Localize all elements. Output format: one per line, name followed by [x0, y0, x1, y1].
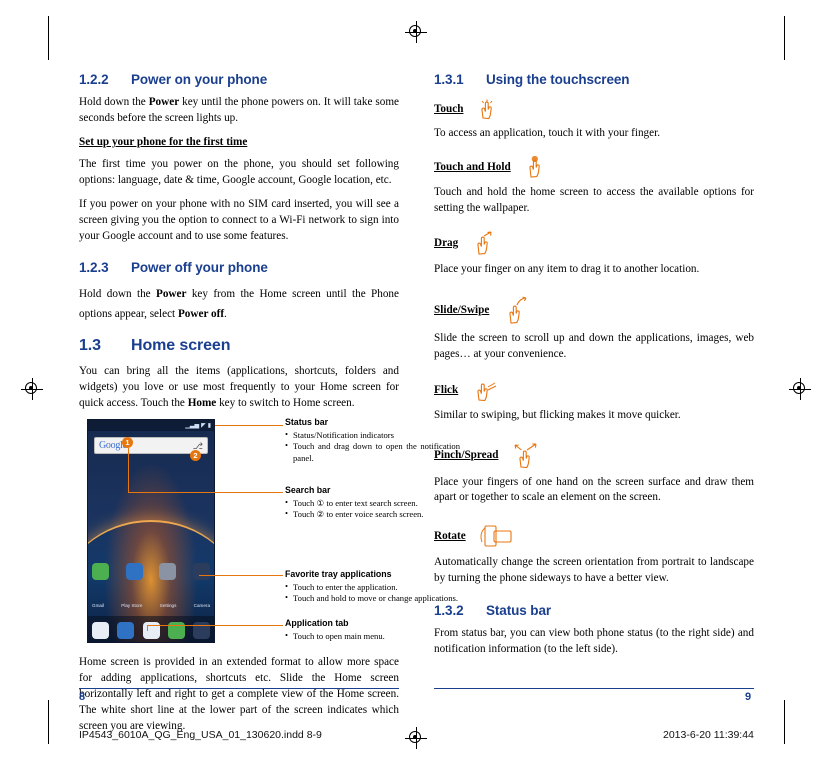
gesture-label: Drag [434, 236, 459, 249]
power-on-pre: Hold down the [79, 96, 149, 109]
paragraph-no-sim: If you power on your phone with no SIM c… [79, 197, 399, 242]
right-column: 1.3.1 Using the touchscreen Touch To acce… [434, 70, 754, 666]
tray-icon-contacts[interactable] [117, 622, 135, 640]
home-post: key to switch to Home screen. [216, 396, 355, 409]
gesture-label: Rotate [434, 530, 466, 543]
paragraph-touch-and-hold: Touch and hold the home screen to access… [434, 186, 754, 214]
crop-mark-left [48, 16, 49, 60]
leader-favorite-tray [199, 575, 283, 577]
pinch-spread-gesture-icon [509, 442, 543, 470]
crop-mark-right-bottom [784, 700, 785, 744]
heading-text: Status bar [486, 603, 552, 619]
heading-home-screen: 1.3 Home screen [79, 335, 399, 358]
app-icon-settings[interactable] [159, 563, 177, 581]
paragraph-status-bar: From status bar, you can view both phone… [434, 627, 754, 656]
gesture-pinch-spread: Pinch/Spread [434, 442, 754, 470]
gesture-touch: Touch [434, 99, 754, 121]
heading-number: 1.2.2 [79, 72, 109, 87]
registration-mark-bottom [405, 727, 427, 749]
heading-power-on-your-phone: 1.2.2 Power on your phone [79, 70, 399, 89]
page-number-right: 9 [745, 691, 752, 703]
page-canvas: 1.2.2 Power on your phone Hold down the P… [0, 0, 832, 773]
touch-and-hold-gesture-icon [522, 156, 548, 180]
heading-number: 1.3.2 [434, 603, 464, 619]
paragraph-first-time-options: The first time you power on the phone, y… [79, 157, 399, 186]
app-icon-play-store[interactable] [125, 563, 143, 581]
leader-status-bar [215, 425, 283, 427]
gesture-drag: Drag [434, 231, 754, 257]
battery-icon: ▮ [207, 422, 211, 429]
slide-swipe-gesture-icon [500, 296, 532, 326]
paragraph-slide-swipe: Slide the screen to scroll up and down t… [434, 331, 754, 360]
paragraph-power-on: Hold down the Power key until the phone … [79, 95, 399, 127]
power-off-bold: Power off [177, 308, 225, 321]
app-label-gmail: Gmail [92, 602, 104, 608]
leader-search-bar [128, 492, 283, 494]
gesture-slide-swipe: Slide/Swipe [434, 296, 754, 326]
heading-using-the-touchscreen: 1.3.1 Using the touchscreen [434, 70, 754, 89]
paragraph-power-off: Hold down the Power key from the Home sc… [79, 284, 399, 325]
power-off-post: . [224, 308, 227, 321]
app-label-row: Gmail Play Store Settings Camera [92, 603, 210, 610]
paragraph-drag: Place your finger on any item to drag it… [434, 262, 700, 275]
paragraph-rotate: Automatically change the screen orientat… [434, 556, 754, 585]
paragraph-touch: To access an application, touch it with … [434, 127, 661, 140]
power-key-bold-2: Power [156, 287, 187, 300]
heading-number: 1.2.3 [79, 260, 109, 276]
heading-text: Power on your phone [131, 72, 268, 87]
gesture-label: Flick [434, 383, 459, 396]
gesture-label: Pinch/Spread [434, 448, 499, 461]
subheading-set-up-first-time: Set up your phone for the first time [79, 135, 248, 148]
registration-mark-right [789, 378, 811, 400]
registration-mark-top [405, 21, 427, 43]
heading-text: Using the touchscreen [486, 72, 630, 87]
leader-search-vertical [128, 448, 129, 493]
home-key-bold: Home [187, 396, 217, 409]
footer-rule-right [434, 688, 754, 689]
app-icon-camera[interactable] [192, 563, 210, 581]
touch-gesture-icon [474, 99, 498, 121]
crop-mark-right [784, 16, 785, 60]
heading-text: Power off your phone [131, 260, 268, 276]
paragraph-home-screen: You can bring all the items (application… [79, 364, 399, 412]
heading-power-off-your-phone: 1.2.3 Power off your phone [79, 258, 399, 277]
app-icon-gmail[interactable] [92, 563, 109, 581]
print-timestamp: 2013-6-20 11:39:44 [663, 729, 754, 741]
phone-status-bar: ▁▃▅ ◤ ▮ [88, 420, 214, 432]
tray-icon-phone[interactable] [92, 622, 109, 640]
heading-text: Home screen [131, 337, 231, 354]
power-off-pre: Hold down the [79, 287, 156, 300]
gesture-rotate: Rotate [434, 524, 754, 550]
paragraph-flick: Similar to swiping, but flicking makes i… [434, 408, 681, 421]
flick-gesture-icon [469, 379, 499, 403]
crop-mark-left-bottom [48, 700, 49, 744]
gesture-flick: Flick [434, 379, 754, 403]
wifi-icon: ◤ [201, 422, 206, 429]
paragraph-pinch-spread: Place your fingers of one hand on the sc… [434, 475, 754, 504]
gesture-touch-and-hold: Touch and Hold [434, 156, 754, 180]
paragraph-extended-home-screen: Home screen is provided in an extended f… [79, 656, 399, 733]
app-label-camera: Camera [193, 602, 210, 608]
rotate-gesture-icon [476, 524, 513, 550]
signal-icon: ▁▃▅ [185, 422, 200, 429]
home-screen-figure: ▁▃▅ ◤ ▮ Google ⎇ Gmail Play Store Settin… [79, 417, 460, 649]
drag-gesture-icon [469, 231, 499, 257]
leader-application-tab [147, 625, 283, 627]
app-label-settings: Settings [159, 602, 177, 608]
gesture-label: Touch and Hold [434, 161, 511, 174]
power-key-bold: Power [148, 96, 180, 109]
heading-number: 1.3.1 [434, 72, 464, 87]
heading-number: 1.3 [79, 337, 101, 354]
app-label-play-store: Play Store [121, 602, 143, 608]
print-file-name: IP4543_6010A_QG_Eng_USA_01_130620.indd 8… [79, 729, 322, 741]
page-number-left: 8 [79, 691, 86, 703]
gesture-label: Slide/Swipe [434, 303, 490, 316]
left-column: 1.2.2 Power on your phone Hold down the P… [79, 70, 460, 743]
gesture-label: Touch [434, 103, 464, 116]
app-row-upper [92, 563, 210, 581]
heading-status-bar: 1.3.2 Status bar [434, 601, 754, 620]
registration-mark-left [21, 378, 43, 400]
footer-rule-left [79, 688, 399, 689]
